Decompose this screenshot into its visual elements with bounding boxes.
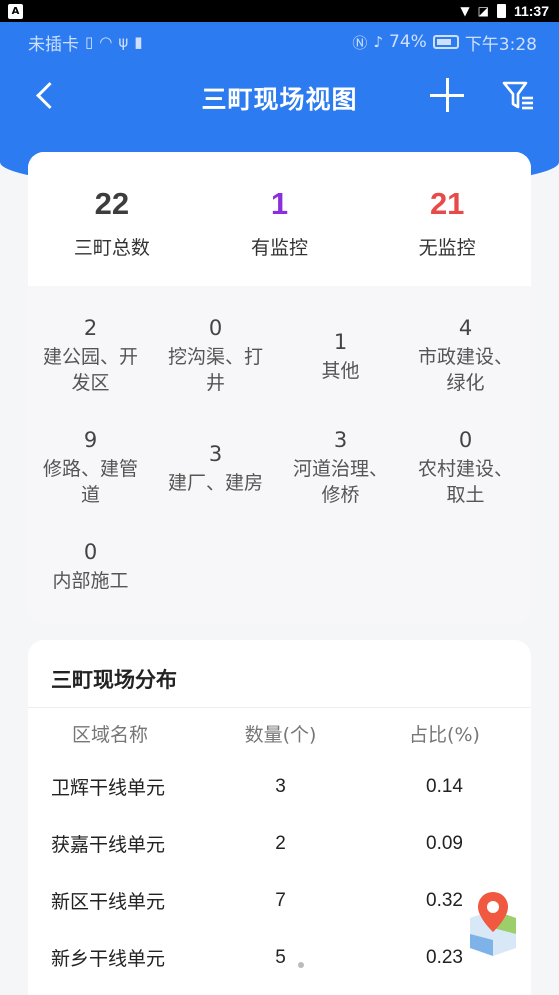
unmonitored-count-value: 21 xyxy=(429,186,465,221)
category-item[interactable]: 0 内部施工 xyxy=(28,540,153,624)
phone-status-left: 未插卡 ▯ ◠ ψ ▮ xyxy=(28,30,143,55)
category-item[interactable]: 2 建公园、开发区 xyxy=(28,316,153,428)
monitored-count-value: 1 xyxy=(270,186,289,221)
column-header-count: 数量(个) xyxy=(244,723,317,746)
category-label: 农村建设、取土 xyxy=(417,458,513,506)
no-sim-icon: ◪ xyxy=(477,4,489,18)
monitored-count[interactable]: 1 有监控 xyxy=(196,152,364,286)
filter-icon xyxy=(502,81,533,110)
monitored-count-label: 有监控 xyxy=(251,237,309,259)
unmonitored-count[interactable]: 21 无监控 xyxy=(363,152,531,286)
usb-icon: ψ xyxy=(118,33,129,51)
total-count[interactable]: 22 三町总数 xyxy=(28,152,196,286)
table-row[interactable]: 获嘉干线单元 2 0.09 xyxy=(28,815,531,872)
category-item[interactable]: 1 其他 xyxy=(278,316,403,428)
area-name: 获嘉干线单元 xyxy=(51,834,166,856)
carrier-text: 未插卡 xyxy=(28,34,79,55)
sim-icon: ▯ xyxy=(85,33,94,51)
category-item[interactable]: 3 河道治理、修桥 xyxy=(278,428,403,540)
category-value: 1 xyxy=(333,330,348,354)
category-item[interactable]: 0 农村建设、取土 xyxy=(403,428,528,540)
scroll-indicator xyxy=(298,962,304,968)
area-name: 新区干线单元 xyxy=(51,891,166,913)
area-ratio: 0.09 xyxy=(426,832,463,854)
wifi-icon: ◠ xyxy=(99,33,113,51)
category-value: 0 xyxy=(208,316,223,340)
table-row[interactable]: 新区干线单元 7 0.32 xyxy=(28,872,531,929)
area-count: 2 xyxy=(275,832,286,854)
page-title: 三町现场视图 xyxy=(201,85,358,114)
category-label: 河道治理、修桥 xyxy=(292,458,388,506)
unmonitored-count-label: 无监控 xyxy=(418,237,476,259)
category-label: 建公园、开发区 xyxy=(42,346,138,394)
battery-percent: 74% xyxy=(389,32,427,52)
phone-status-right: Ⓝ ♪ 74% 下午3:28 xyxy=(352,30,537,55)
totals-row: 22 三町总数 1 有监控 21 无监控 xyxy=(28,152,531,286)
category-label: 挖沟渠、打井 xyxy=(167,346,263,394)
total-count-label: 三町总数 xyxy=(73,237,150,259)
category-label: 其他 xyxy=(321,360,360,383)
column-header-area: 区域名称 xyxy=(72,723,149,746)
area-name: 新乡干线单元 xyxy=(51,948,166,970)
app-screen: A ▼ ◪ 11:37 未插卡 ▯ ◠ ψ ▮ Ⓝ ♪ 74% 下午3:28 三… xyxy=(0,0,559,995)
category-item[interactable]: 3 建厂、建房 xyxy=(153,428,278,540)
category-label: 修路、建管道 xyxy=(42,458,138,506)
area-name: 卫辉干线单元 xyxy=(51,777,166,799)
section-title: 三町现场分布 xyxy=(28,640,531,708)
battery-saver-icon: ▮ xyxy=(134,33,143,51)
phone-status-bar: 未插卡 ▯ ◠ ψ ▮ Ⓝ ♪ 74% 下午3:28 xyxy=(0,22,559,62)
total-count-value: 22 xyxy=(94,186,130,221)
category-item[interactable]: 9 修路、建管道 xyxy=(28,428,153,540)
category-item[interactable]: 4 市政建设、绿化 xyxy=(403,316,528,428)
area-count: 7 xyxy=(275,889,286,911)
category-label: 内部施工 xyxy=(52,570,129,593)
column-header-ratio: 占比(%) xyxy=(409,723,480,746)
category-value: 3 xyxy=(333,428,348,452)
table-row[interactable]: 卫辉干线单元 3 0.14 xyxy=(28,758,531,815)
wifi-icon: ▼ xyxy=(460,4,470,18)
map-pin-icon xyxy=(463,892,523,960)
add-button[interactable] xyxy=(430,78,466,114)
navigation-bar: 三町现场视图 xyxy=(0,62,559,128)
system-clock: 11:37 xyxy=(513,3,549,19)
category-value: 0 xyxy=(458,428,473,452)
table-header: 区域名称 数量(个) 占比(%) xyxy=(28,708,531,758)
battery-icon xyxy=(496,4,506,18)
system-status-bar: A ▼ ◪ 11:37 xyxy=(0,0,559,22)
category-grid: 2 建公园、开发区 0 挖沟渠、打井 1 其他 4 市政建设、绿化 9 修路、建… xyxy=(28,286,531,624)
category-value: 9 xyxy=(83,428,98,452)
distribution-card: 三町现场分布 区域名称 数量(个) 占比(%) 卫辉干线单元 3 0.14 获嘉… xyxy=(28,640,531,995)
category-label: 市政建设、绿化 xyxy=(417,346,513,394)
category-item[interactable]: 0 挖沟渠、打井 xyxy=(153,316,278,428)
map-view-button[interactable] xyxy=(460,888,526,964)
phone-clock: 下午3:28 xyxy=(464,34,537,55)
category-value: 0 xyxy=(83,540,98,564)
app-notification-icon: A xyxy=(8,3,23,19)
category-value: 4 xyxy=(458,316,473,340)
table-row[interactable]: 新乡干线单元 5 0.23 xyxy=(28,929,531,986)
area-count: 3 xyxy=(275,775,286,797)
filter-button[interactable] xyxy=(500,78,536,114)
battery-icon xyxy=(432,35,459,49)
category-value: 2 xyxy=(83,316,98,340)
area-ratio: 0.14 xyxy=(426,775,463,797)
mute-icon: ♪ xyxy=(373,33,384,51)
category-label: 建厂、建房 xyxy=(167,472,263,495)
area-count: 5 xyxy=(275,946,286,968)
system-status-icons: ▼ ◪ 11:37 xyxy=(460,3,549,19)
statistics-card: 22 三町总数 1 有监控 21 无监控 2 建公园、开发区 0 挖沟渠、打井 xyxy=(28,152,531,624)
category-value: 3 xyxy=(208,442,223,466)
nfc-icon: Ⓝ xyxy=(352,33,368,52)
